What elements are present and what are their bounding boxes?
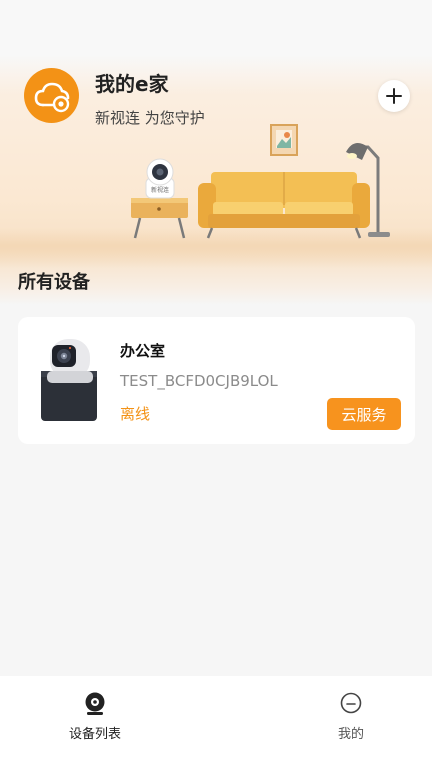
device-id: TEST_BCFD0CJB9LOL: [120, 372, 278, 390]
device-name: 办公室: [120, 342, 166, 360]
side-table: [131, 198, 188, 239]
plus-icon: [386, 88, 402, 104]
add-device-button[interactable]: [378, 80, 410, 112]
header-banner: 新视连 我的e家 新视连 为您守护: [0, 0, 432, 305]
camera-device-image: [41, 339, 97, 421]
tab-me[interactable]: 我的: [301, 676, 401, 768]
living-room-illustration: 新视连: [131, 124, 390, 239]
tab-label-me: 我的: [337, 727, 364, 742]
device-card[interactable]: 办公室 TEST_BCFD0CJB9LOL 离线 云服务: [18, 317, 415, 444]
camera-figure: 新视连: [145, 158, 175, 199]
sofa: [198, 172, 370, 239]
wall-picture: [270, 124, 298, 156]
bottom-tab-bar: 设备列表 我的: [0, 676, 432, 768]
camera-badge-text: 新视连: [151, 186, 169, 194]
app-logo: [24, 68, 79, 123]
page-subtitle: 新视连 为您守护: [95, 109, 205, 127]
device-status: 离线: [120, 405, 151, 423]
tab-device-list[interactable]: 设备列表: [45, 676, 145, 768]
cloud-camera-icon: [34, 82, 69, 112]
page-title: 我的e家: [95, 72, 169, 96]
user-face-icon: [340, 692, 362, 714]
tab-label-device-list: 设备列表: [68, 727, 121, 742]
section-title: 所有设备: [18, 272, 90, 293]
camera-icon: [85, 692, 105, 715]
cloud-service-button[interactable]: 云服务: [327, 398, 401, 430]
